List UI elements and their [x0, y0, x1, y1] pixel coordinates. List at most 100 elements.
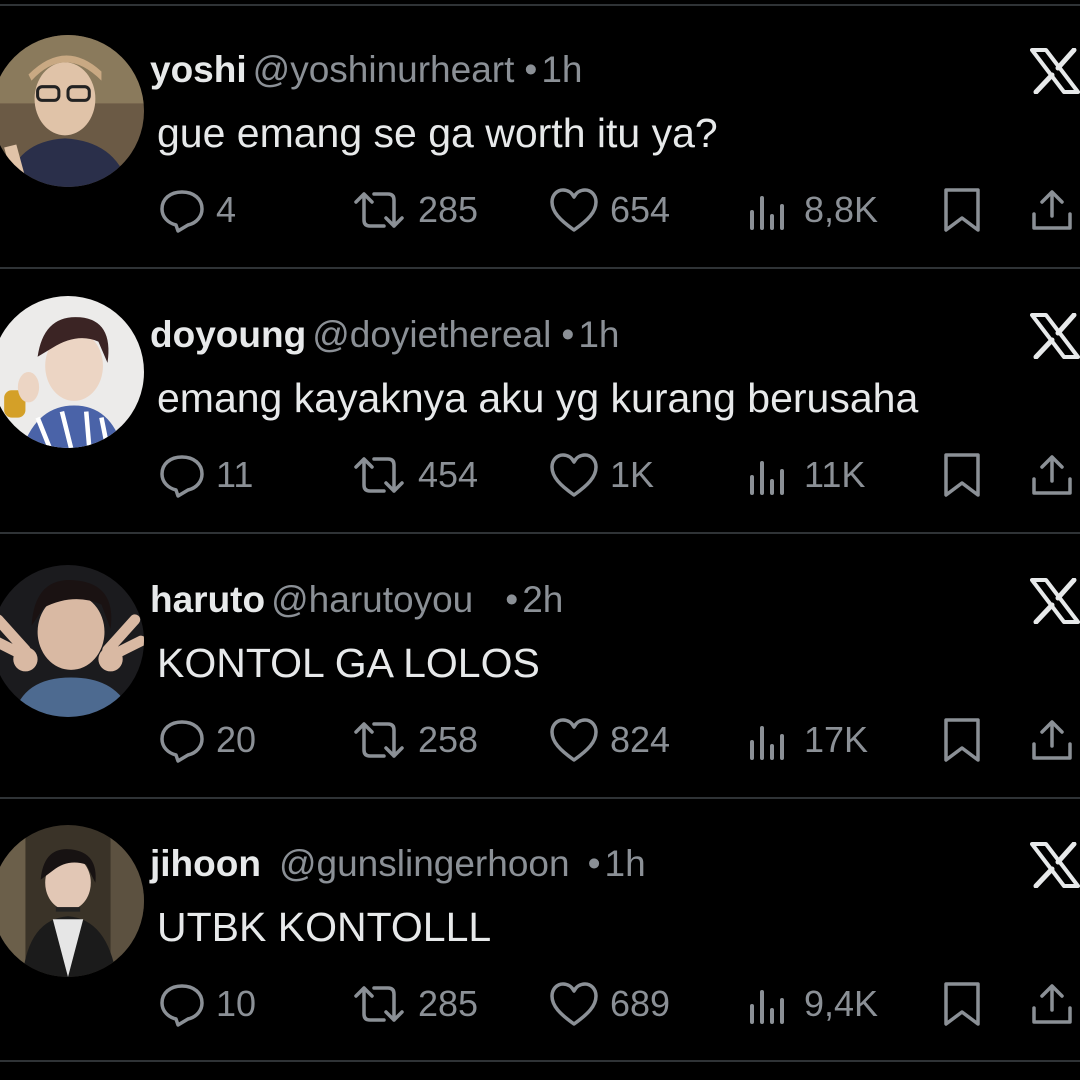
- like-button[interactable]: 824: [548, 712, 670, 768]
- display-name[interactable]: haruto: [150, 579, 265, 620]
- speech-bubble-icon: [160, 190, 204, 233]
- avatar-photo: [0, 296, 144, 448]
- views-button[interactable]: 8,8K: [746, 182, 878, 238]
- retweet-button[interactable]: 285: [350, 182, 478, 238]
- reply-button[interactable]: 10: [158, 976, 256, 1032]
- timestamp[interactable]: 1h: [541, 49, 582, 90]
- like-button[interactable]: 689: [548, 976, 670, 1032]
- views-button[interactable]: 9,4K: [746, 976, 878, 1032]
- bookmark-icon: [944, 718, 980, 762]
- separator-dot: •: [587, 843, 601, 884]
- retweet-count: 285: [418, 189, 479, 230]
- view-count: 17K: [804, 719, 869, 760]
- display-name[interactable]: doyoung: [150, 314, 306, 355]
- tweet-text: UTBK KONTOLLL: [157, 904, 492, 950]
- action-bar: 4 285 654 8,8K: [0, 182, 1080, 238]
- reply-button[interactable]: 20: [158, 712, 256, 768]
- reply-count: 10: [216, 983, 257, 1024]
- retweet-arrows-icon: [354, 457, 404, 493]
- separator-dot: •: [505, 579, 519, 620]
- action-bar: 20 258 824 17K: [0, 712, 1080, 768]
- separator-dot: •: [524, 49, 538, 90]
- share-button[interactable]: [1028, 976, 1076, 1032]
- retweet-button[interactable]: 285: [350, 976, 478, 1032]
- bookmark-button[interactable]: [938, 182, 986, 238]
- tweet-text: KONTOL GA LOLOS: [157, 640, 540, 686]
- speech-bubble-icon: [160, 455, 204, 498]
- view-count: 9,4K: [804, 983, 879, 1024]
- display-name[interactable]: yoshi: [150, 49, 247, 90]
- like-count: 689: [610, 983, 671, 1024]
- retweet-arrows-icon: [354, 722, 404, 758]
- avatar[interactable]: [0, 825, 144, 977]
- reply-count: 20: [216, 719, 257, 760]
- tweet[interactable]: yoshi @yoshinurheart • 1h gue emang se ga w…: [0, 6, 1080, 270]
- avatar[interactable]: [0, 296, 144, 448]
- user-handle[interactable]: @doyiethereal: [312, 314, 551, 355]
- tweet-header: jihoon @gunslingerhoon • 1h: [150, 842, 646, 886]
- avatar[interactable]: [0, 35, 144, 187]
- retweet-count: 258: [418, 719, 479, 760]
- heart-icon: [550, 718, 598, 762]
- like-count: 654: [610, 189, 671, 230]
- bookmark-button[interactable]: [938, 447, 986, 503]
- speech-bubble-icon: [160, 720, 204, 763]
- bookmark-icon: [944, 453, 980, 497]
- user-handle[interactable]: @yoshinurheart: [253, 49, 515, 90]
- x-logo-icon: [1030, 578, 1080, 624]
- user-handle[interactable]: @harutoyou: [271, 579, 473, 620]
- tweet-text: gue emang se ga worth itu ya?: [157, 110, 718, 156]
- timestamp[interactable]: 1h: [605, 843, 646, 884]
- x-logo-icon: [1030, 313, 1080, 359]
- retweet-count: 454: [418, 454, 479, 495]
- x-logo-icon: [1030, 48, 1080, 94]
- display-name[interactable]: jihoon: [150, 843, 261, 884]
- tweet-text: emang kayaknya aku yg kurang berusaha: [157, 375, 919, 421]
- action-bar: 11 454 1K 11K: [0, 447, 1080, 503]
- like-button[interactable]: 1K: [548, 447, 654, 503]
- bar-chart-icon: [750, 196, 784, 230]
- retweet-button[interactable]: 454: [350, 447, 478, 503]
- user-handle[interactable]: @gunslingerhoon: [279, 843, 570, 884]
- share-upload-icon: [1032, 984, 1072, 1024]
- action-bar: 10 285 689 9,4K: [0, 976, 1080, 1032]
- share-upload-icon: [1032, 720, 1072, 760]
- avatar[interactable]: [0, 565, 144, 717]
- heart-icon: [550, 453, 598, 497]
- like-count: 824: [610, 719, 671, 760]
- tweet-header: haruto @harutoyou • 2h: [150, 578, 563, 622]
- retweet-button[interactable]: 258: [350, 712, 478, 768]
- avatar-photo: [0, 825, 144, 977]
- reply-count: 11: [216, 454, 254, 495]
- timestamp[interactable]: 2h: [522, 579, 563, 620]
- bookmark-button[interactable]: [938, 976, 986, 1032]
- separator-dot: •: [561, 314, 575, 355]
- views-button[interactable]: 17K: [746, 712, 868, 768]
- share-upload-icon: [1032, 190, 1072, 230]
- share-upload-icon: [1032, 455, 1072, 495]
- tweet[interactable]: jihoon @gunslingerhoon • 1h UTBK KONTOLLL 1…: [0, 800, 1080, 1064]
- avatar-photo: [0, 565, 144, 717]
- x-logo-icon: [1030, 842, 1080, 888]
- tweet-header: yoshi @yoshinurheart • 1h: [150, 48, 583, 92]
- reply-button[interactable]: 11: [158, 447, 253, 503]
- share-button[interactable]: [1028, 712, 1076, 768]
- reply-button[interactable]: 4: [158, 182, 236, 238]
- tweet-header: doyoung @doyiethereal • 1h: [150, 313, 619, 357]
- tweet[interactable]: doyoung @doyiethereal • 1h emang kayaknya a…: [0, 271, 1080, 535]
- share-button[interactable]: [1028, 182, 1076, 238]
- bar-chart-icon: [750, 461, 784, 495]
- timestamp[interactable]: 1h: [578, 314, 619, 355]
- heart-icon: [550, 982, 598, 1026]
- reply-count: 4: [216, 189, 237, 230]
- share-button[interactable]: [1028, 447, 1076, 503]
- heart-icon: [550, 188, 598, 232]
- bookmark-icon: [944, 188, 980, 232]
- speech-bubble-icon: [160, 984, 204, 1027]
- tweet[interactable]: haruto @harutoyou • 2h KONTOL GA LOLOS 20 2…: [0, 536, 1080, 800]
- bar-chart-icon: [750, 726, 784, 760]
- bookmark-button[interactable]: [938, 712, 986, 768]
- views-button[interactable]: 11K: [746, 447, 865, 503]
- like-button[interactable]: 654: [548, 182, 670, 238]
- retweet-arrows-icon: [354, 192, 404, 228]
